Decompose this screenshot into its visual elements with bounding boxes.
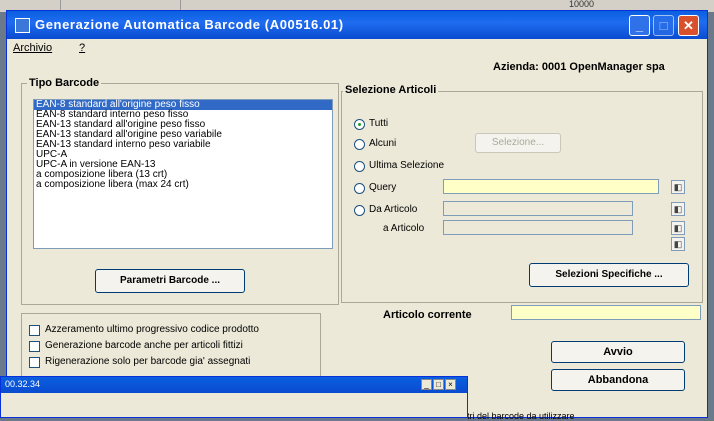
a-articolo-lookup-icon[interactable]: ◧ — [671, 221, 685, 235]
background-text: 10000 — [568, 0, 594, 9]
radio-ultima-selezione[interactable] — [354, 161, 365, 172]
menu-help[interactable]: ? — [79, 42, 85, 54]
rigenerazione-label: Rigenerazione solo per barcode gia' asse… — [45, 356, 251, 367]
lookup-icon[interactable]: ◧ — [671, 237, 685, 251]
background-cell — [0, 0, 61, 10]
close-button[interactable]: ✕ — [678, 15, 699, 36]
radio-query-label: Query — [369, 182, 397, 193]
selezione-button[interactable]: Selezione... — [475, 133, 561, 153]
hint-text: tri del barcode da utilizzare — [467, 411, 575, 421]
da-articolo-lookup-icon[interactable]: ◧ — [671, 202, 685, 216]
background-cell — [60, 0, 181, 10]
minimize-button[interactable]: _ — [629, 15, 650, 36]
menu-archivio[interactable]: Archivio — [13, 42, 52, 54]
avvio-button[interactable]: Avvio — [551, 341, 685, 363]
overlay-title-bar: 00.32.34 _ □ × — [1, 377, 467, 393]
radio-da-articolo-label: Da Articolo — [369, 204, 418, 215]
abbandona-button[interactable]: Abbandona — [551, 369, 685, 391]
selezioni-specifiche-button[interactable]: Selezioni Specifiche ... — [529, 263, 689, 287]
a-articolo-field[interactable] — [443, 220, 633, 235]
da-articolo-field[interactable] — [443, 201, 633, 216]
title-bar: Generazione Automatica Barcode (A00516.0… — [7, 11, 707, 39]
main-window: Generazione Automatica Barcode (A00516.0… — [6, 10, 708, 421]
tipo-barcode-title: Tipo Barcode — [27, 77, 102, 89]
parametri-barcode-button[interactable]: Parametri Barcode ... — [95, 269, 245, 293]
radio-da-articolo[interactable] — [354, 205, 365, 216]
overlay-minimize-button[interactable]: _ — [421, 379, 432, 390]
overlay-window: 00.32.34 _ □ × — [0, 376, 468, 418]
radio-alcuni[interactable] — [354, 139, 365, 150]
radio-ultima-selezione-label: Ultima Selezione — [369, 160, 445, 171]
overlay-close-button[interactable]: × — [445, 379, 456, 390]
window-title: Generazione Automatica Barcode (A00516.0… — [35, 17, 344, 32]
radio-tutti-label: Tutti — [369, 118, 389, 129]
query-field[interactable] — [443, 179, 659, 194]
radio-alcuni-label: Alcuni — [369, 138, 397, 149]
azzeramento-label: Azzeramento ultimo progressivo codice pr… — [45, 324, 259, 335]
generazione-checkbox[interactable] — [29, 341, 40, 352]
maximize-button[interactable]: □ — [653, 15, 674, 36]
azzeramento-checkbox[interactable] — [29, 325, 40, 336]
menu-bar: Archivio ? — [7, 39, 707, 57]
overlay-maximize-button[interactable]: □ — [433, 379, 444, 390]
barcode-type-list[interactable]: EAN-8 standard all'origine peso fisso EA… — [33, 99, 333, 249]
azienda-label: Azienda: 0001 OpenManager spa — [493, 61, 665, 73]
articolo-corrente-label: Articolo corrente — [383, 309, 472, 321]
list-item[interactable]: a composizione libera (max 24 crt) — [34, 180, 332, 190]
list-item[interactable]: EAN-13 standard interno peso variabile — [34, 140, 332, 150]
app-icon — [15, 18, 30, 33]
generazione-label: Generazione barcode anche per articoli f… — [45, 340, 243, 351]
a-articolo-label: a Articolo — [383, 223, 425, 234]
selezione-articoli-title: Selezione Articoli — [343, 84, 439, 96]
radio-query[interactable] — [354, 183, 365, 194]
overlay-title: 00.32.34 — [5, 379, 41, 389]
radio-tutti[interactable] — [354, 119, 365, 130]
rigenerazione-checkbox[interactable] — [29, 357, 40, 368]
query-lookup-icon[interactable]: ◧ — [671, 180, 685, 194]
articolo-corrente-field — [511, 305, 701, 320]
